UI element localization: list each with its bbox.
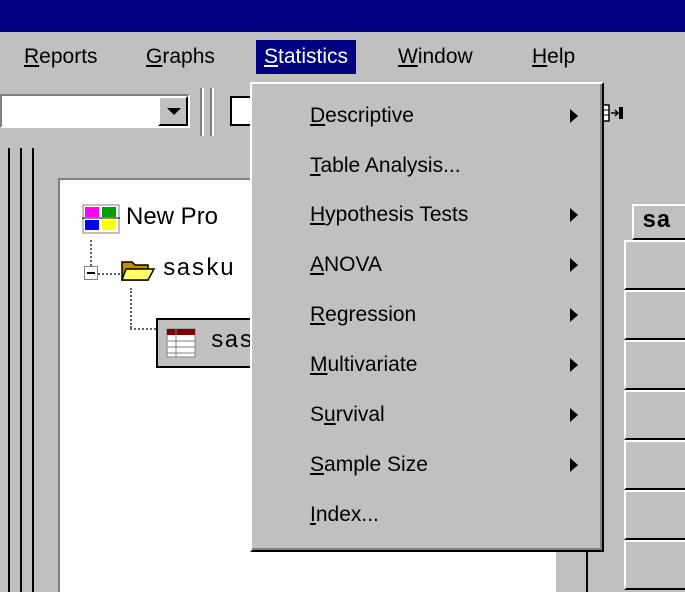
menu-item-multivariate[interactable]: Multivariate <box>310 341 417 389</box>
menu-graphs[interactable]: Graphs <box>138 40 223 74</box>
submenu-arrow-icon <box>570 358 578 372</box>
toolbar-combo-box[interactable] <box>0 94 190 128</box>
toolbar-separator <box>210 88 212 136</box>
menu-bar: Reports Graphs Statistics Window Help <box>0 32 685 82</box>
collapse-icon[interactable] <box>84 266 98 280</box>
new-project-icon <box>82 204 120 234</box>
table-row-header[interactable] <box>624 290 685 340</box>
menu-item-anova[interactable]: ANOVA <box>310 241 382 289</box>
menu-item-regression[interactable]: Regression <box>310 291 416 339</box>
menu-statistics[interactable]: Statistics <box>256 40 357 74</box>
tree-folder-label[interactable]: sasku <box>162 256 234 283</box>
menu-reports[interactable]: Reports <box>16 40 106 74</box>
menu-help[interactable]: Help <box>524 40 583 74</box>
submenu-arrow-icon <box>570 109 578 123</box>
panel-frame <box>8 148 44 592</box>
table-row-header[interactable] <box>624 390 685 440</box>
tree-dataset-label: sas <box>210 328 254 355</box>
menu-item-hypothesis-tests[interactable]: Hypothesis Tests <box>310 191 468 239</box>
folder-open-icon <box>120 261 156 281</box>
toolbar-separator <box>200 88 202 136</box>
tree-connector <box>90 240 92 266</box>
submenu-arrow-icon <box>570 458 578 472</box>
dataset-table-icon <box>166 328 196 358</box>
title-bar[interactable] <box>0 0 685 32</box>
application-window: Reports Graphs Statistics Window Help Ne… <box>0 0 685 592</box>
menu-item-descriptive[interactable]: Descriptive <box>310 92 414 140</box>
menu-item-table-analysis[interactable]: Table Analysis... <box>310 142 461 190</box>
tree-connector <box>130 328 156 330</box>
submenu-arrow-icon <box>570 208 578 222</box>
statistics-dropdown-menu: Descriptive Table Analysis... Hypothesis… <box>250 82 604 552</box>
table-row-header[interactable] <box>624 540 685 590</box>
table-row-header[interactable] <box>624 340 685 390</box>
menu-item-sample-size[interactable]: Sample Size <box>310 441 428 489</box>
tree-connector <box>98 273 120 275</box>
tree-connector <box>130 288 132 328</box>
submenu-arrow-icon <box>570 308 578 322</box>
table-row-header[interactable] <box>624 490 685 540</box>
table-row-header[interactable] <box>624 240 685 290</box>
chevron-down-icon[interactable] <box>158 96 188 126</box>
table-column-header[interactable]: sa <box>632 204 685 240</box>
menu-window[interactable]: Window <box>390 40 481 74</box>
menu-item-survival[interactable]: Survival <box>310 391 385 439</box>
table-row-header[interactable] <box>624 440 685 490</box>
submenu-arrow-icon <box>570 408 578 422</box>
menu-item-index[interactable]: Index... <box>310 491 379 539</box>
tree-root-label[interactable]: New Pro <box>126 203 218 231</box>
submenu-arrow-icon <box>570 258 578 272</box>
